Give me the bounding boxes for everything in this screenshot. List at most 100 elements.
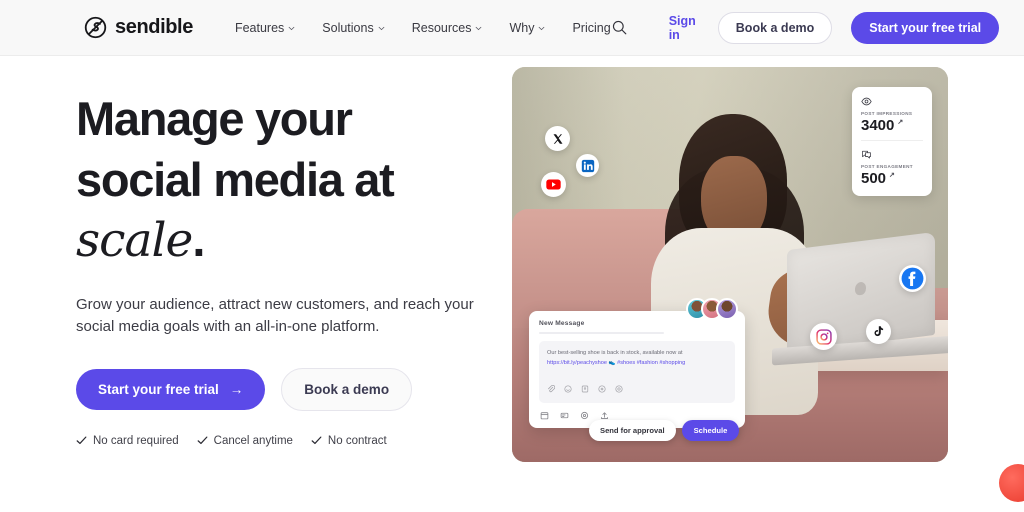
- search-icon: [612, 20, 627, 35]
- avatar: [716, 298, 738, 320]
- sign-in-link[interactable]: Sign in: [669, 14, 699, 42]
- engagement-icon: [862, 150, 871, 159]
- nav-item-features[interactable]: Features: [235, 21, 295, 35]
- composer-divider: [539, 332, 665, 334]
- stat-label: POST IMPRESSIONS: [861, 111, 913, 116]
- schedule-button[interactable]: Schedule: [681, 420, 740, 441]
- check-icon: [197, 436, 208, 445]
- tag-icon[interactable]: [615, 385, 623, 393]
- stat-post-impressions: POST IMPRESSIONS 3400 ↗: [861, 96, 923, 133]
- nav-label: Solutions: [322, 20, 374, 35]
- stat-value: 3400: [861, 117, 895, 134]
- composer-action-buttons: Send for approval Schedule: [589, 420, 740, 441]
- laptop-lid: [786, 231, 935, 353]
- send-for-approval-button[interactable]: Send for approval: [589, 420, 676, 441]
- feature-cancel-anytime: Cancel anytime: [197, 435, 293, 447]
- book-a-demo-button[interactable]: Book a demo: [717, 11, 833, 44]
- chevron-down-icon: [539, 26, 545, 30]
- feature-label: No contract: [327, 434, 387, 447]
- calendar-icon[interactable]: [540, 411, 549, 420]
- avatar-group: [686, 298, 738, 320]
- start-free-trial-button[interactable]: Start your free trial: [851, 11, 1000, 44]
- nav-item-why[interactable]: Why: [509, 21, 545, 35]
- tiktok-icon: [874, 326, 884, 337]
- settings-icon[interactable]: [580, 411, 589, 420]
- composer-hashtags: #shoes #fashion #shopping: [617, 359, 686, 366]
- nav-item-resources[interactable]: Resources: [412, 21, 483, 35]
- headline-line-2: social media at: [76, 152, 395, 206]
- composer-text-body: Our best-selling shoe is back in stock, …: [547, 350, 683, 356]
- stat-post-engagement: POST ENGAGEMENT 500 ↗: [861, 140, 923, 186]
- headline-line-1: Manage your: [76, 92, 353, 145]
- nav-label: Features: [234, 20, 285, 35]
- upload-icon[interactable]: [600, 411, 609, 420]
- stat-value-row: 3400 ↗: [861, 118, 923, 133]
- chevron-down-icon: [476, 26, 482, 30]
- image-icon[interactable]: [581, 385, 589, 393]
- headline-period: .: [192, 213, 205, 267]
- composer-card: New Message Our best-selling shoe is bac…: [529, 298, 745, 441]
- composer-textarea[interactable]: Our best-selling shoe is back in stock, …: [539, 341, 735, 403]
- hero-feature-list: No card required Cancel anytime No contr…: [76, 435, 512, 447]
- queue-icon[interactable]: [560, 411, 569, 420]
- hero-cta-row: Start your free trial → Book a demo: [76, 367, 512, 411]
- arrow-right-icon: →: [229, 381, 244, 397]
- social-badge-linkedin[interactable]: [576, 154, 599, 177]
- stat-value: 500: [861, 170, 887, 187]
- subhead-line-1: Grow your audience, attract new customer…: [76, 295, 441, 313]
- header-actions: Sign in Book a demo Start your free tria…: [611, 11, 1000, 44]
- social-badge-tiktok[interactable]: [866, 319, 891, 344]
- youtube-icon: [546, 179, 561, 190]
- sendible-circle-logo: [84, 16, 107, 39]
- site-header: sendible Features Solutions Resources Wh…: [0, 0, 1024, 56]
- trend-up-icon: ↗: [897, 119, 904, 126]
- hero-visual: POST IMPRESSIONS 3400 ↗ POST ENGAGEMENT …: [512, 56, 1024, 512]
- composer-title: New Message: [539, 320, 585, 327]
- social-badge-x[interactable]: [545, 126, 570, 151]
- x-twitter-icon: [553, 133, 562, 144]
- hero-book-a-demo-button[interactable]: Book a demo: [281, 367, 413, 411]
- composer-message-text: Our best-selling shoe is back in stock, …: [547, 349, 727, 369]
- nav-label: Why: [509, 20, 535, 35]
- composer-toolbar: [547, 384, 727, 393]
- chevron-down-icon: [378, 26, 385, 30]
- nav-item-pricing[interactable]: Pricing: [572, 21, 610, 35]
- photo-laptop: [771, 231, 948, 367]
- page-title: Manage your social media at scale.: [76, 89, 512, 272]
- hero-section: Manage your social media at scale. Grow …: [0, 56, 1024, 512]
- cta-primary-label: Start your free trial: [98, 381, 219, 397]
- stat-value-row: 500 ↗: [861, 171, 923, 186]
- eye-icon: [861, 97, 872, 106]
- feature-no-contract: No contract: [311, 435, 387, 447]
- check-icon: [76, 436, 87, 445]
- hero-copy: Manage your social media at scale. Grow …: [0, 56, 512, 512]
- brand-name: sendible: [115, 16, 193, 38]
- facebook-icon: [901, 267, 924, 290]
- headline-italic-word: scale: [76, 213, 193, 269]
- check-icon: [311, 436, 322, 445]
- attachment-icon[interactable]: [547, 384, 555, 393]
- social-badge-youtube[interactable]: [541, 172, 566, 197]
- emoji-icon[interactable]: [564, 385, 572, 393]
- stat-label: POST ENGAGEMENT: [861, 164, 913, 169]
- feature-label: Cancel anytime: [213, 434, 293, 447]
- location-icon[interactable]: [598, 385, 606, 393]
- feature-no-card-required: No card required: [76, 435, 179, 447]
- hero-subheading: Grow your audience, attract new customer…: [76, 294, 476, 339]
- nav-label: Resources: [411, 20, 472, 35]
- composer-link[interactable]: https://bit.ly/peachyshoe: [547, 360, 607, 366]
- chevron-down-icon: [288, 26, 295, 30]
- nav-label: Pricing: [572, 20, 611, 35]
- composer-emoji: 👟: [608, 359, 616, 366]
- brand-logo[interactable]: sendible: [84, 16, 193, 39]
- nav-item-solutions[interactable]: Solutions: [322, 20, 385, 35]
- composer-footer-toolbar: [539, 411, 735, 420]
- stats-card: POST IMPRESSIONS 3400 ↗ POST ENGAGEMENT …: [852, 87, 932, 196]
- social-badge-facebook[interactable]: [899, 265, 926, 292]
- feature-label: No card required: [93, 434, 179, 447]
- hero-start-free-trial-button[interactable]: Start your free trial →: [76, 368, 266, 410]
- social-badge-instagram[interactable]: [810, 323, 837, 350]
- laptop-logo-icon: [854, 281, 866, 296]
- main-navigation: Features Solutions Resources Why Pricing: [235, 21, 611, 35]
- search-button[interactable]: [611, 18, 628, 38]
